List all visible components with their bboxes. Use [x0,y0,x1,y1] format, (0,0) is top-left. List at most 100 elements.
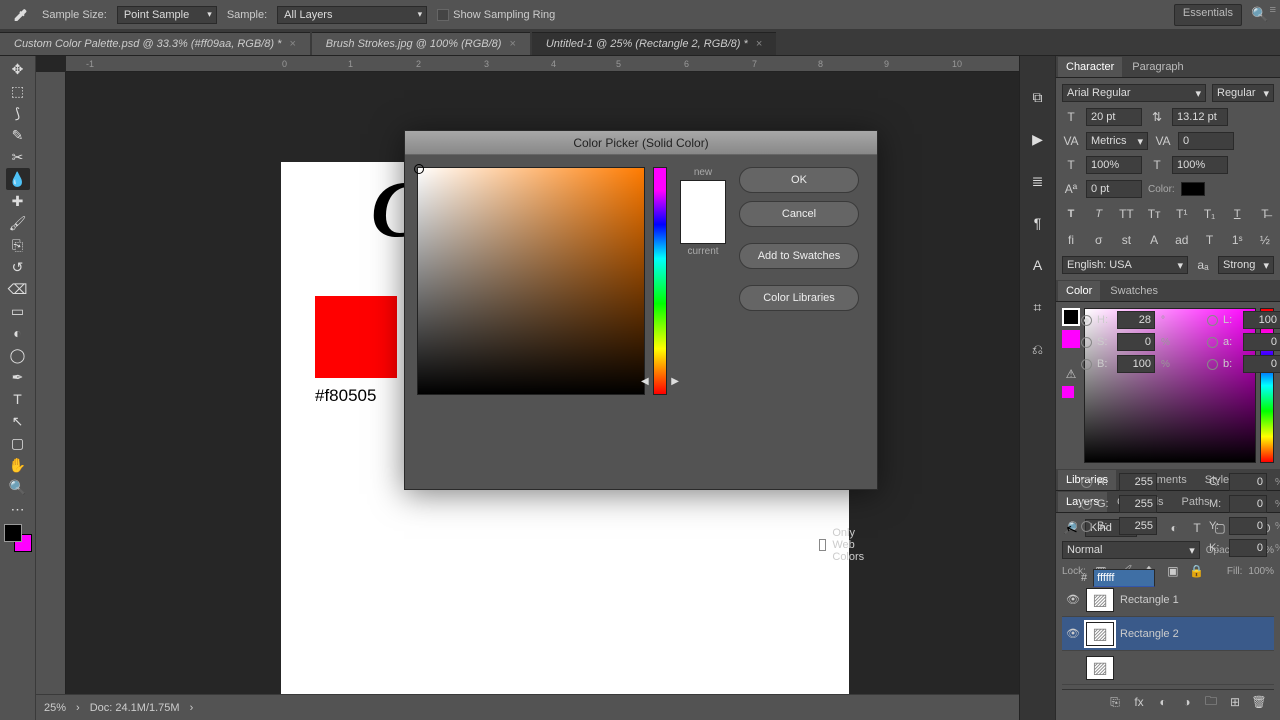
input-y[interactable] [1229,517,1267,535]
adjustment-layer-icon[interactable]: ◑ [1178,694,1196,710]
marquee-tool-icon[interactable]: ⬚ [6,80,30,102]
fractions-icon[interactable]: ½ [1256,232,1274,248]
tab-paragraph[interactable]: Paragraph [1124,57,1191,77]
checkbox-icon[interactable] [819,539,826,551]
fg-swatch[interactable] [1062,308,1080,326]
titling-icon[interactable]: T [1201,232,1219,248]
stamp-tool-icon[interactable]: ⎘ [6,234,30,256]
workspace-switcher[interactable]: Essentials [1174,4,1242,26]
underline-icon[interactable]: T [1228,206,1246,222]
lock-artboard-icon[interactable]: ▣ [1164,563,1182,579]
move-tool-icon[interactable]: ✥ [6,58,30,80]
language-dropdown[interactable]: English: USA [1062,256,1188,274]
blur-tool-icon[interactable]: ◐ [6,322,30,344]
checkbox-icon[interactable] [437,9,449,21]
dodge-tool-icon[interactable]: ◯ [6,344,30,366]
visibility-icon[interactable]: 👁 [1066,593,1080,606]
smallcaps-icon[interactable]: Tᴛ [1145,206,1163,222]
swash-icon[interactable]: st [1117,232,1135,248]
document-tab[interactable]: Brush Strokes.jpg @ 100% (RGB/8)× [312,32,530,55]
type-tool-icon[interactable]: T [6,388,30,410]
layer-thumbnail[interactable]: ▨ [1086,588,1114,612]
layer-row[interactable]: 👁 ▨ Rectangle 2 [1062,617,1274,651]
input-s[interactable] [1117,333,1155,351]
zoom-level[interactable]: 25% [44,702,66,714]
gradient-tool-icon[interactable]: ▭ [6,300,30,322]
stylistic-icon[interactable]: ad [1173,232,1191,248]
eraser-tool-icon[interactable]: ⌫ [6,278,30,300]
visibility-icon[interactable]: 👁 [1066,627,1080,640]
add-to-swatches-button[interactable]: Add to Swatches [739,243,859,269]
hex-input[interactable] [1093,569,1155,587]
web-colors-checkbox[interactable]: Only Web Colors [819,527,877,563]
subscript-icon[interactable]: T₁ [1201,206,1219,222]
sample-size-dropdown[interactable]: Point Sample [117,6,217,24]
clone-panel-icon[interactable]: ⎌ [1026,338,1050,360]
input-m[interactable] [1229,495,1267,513]
radio-g[interactable] [1081,499,1092,510]
quickselect-tool-icon[interactable]: ✎ [6,124,30,146]
input-h[interactable] [1117,311,1155,329]
layer-thumbnail[interactable]: ▨ [1086,622,1114,646]
paragraph-panel-icon[interactable]: ¶ [1026,212,1050,234]
input-c[interactable] [1229,473,1267,491]
saturation-brightness-field[interactable] [417,167,645,395]
layer-fx-icon[interactable]: fx [1130,694,1148,710]
ok-button[interactable]: OK [739,167,859,193]
radio-blab[interactable] [1207,359,1218,370]
radio-bch[interactable] [1081,521,1092,532]
pen-tool-icon[interactable]: ✒ [6,366,30,388]
lasso-tool-icon[interactable]: ⟆ [6,102,30,124]
vscale-input[interactable]: 100% [1086,156,1142,174]
brushes-panel-icon[interactable]: ⌗ [1026,296,1050,318]
properties-panel-icon[interactable]: ≣ [1026,170,1050,192]
dialog-title[interactable]: Color Picker (Solid Color) [405,131,877,155]
zoom-tool-icon[interactable]: 🔍 [6,476,30,498]
input-g[interactable] [1119,495,1157,513]
ligatures-icon[interactable]: fi [1062,232,1080,248]
chevron-right-icon[interactable]: › [76,702,80,714]
fill-value[interactable]: 100% [1248,566,1274,577]
bg-swatch[interactable] [1062,330,1080,348]
italic-icon[interactable]: T [1090,206,1108,222]
kerning-dropdown[interactable]: Metrics [1086,132,1148,150]
close-icon[interactable]: × [289,38,295,50]
text-color-swatch[interactable] [1181,182,1205,196]
delete-layer-icon[interactable]: 🗑 [1250,694,1268,710]
actions-panel-icon[interactable]: ▶ [1026,128,1050,150]
radio-l[interactable] [1207,315,1218,326]
tab-color[interactable]: Color [1058,281,1100,301]
close-icon[interactable]: × [509,38,515,50]
group-icon[interactable]: 🗀 [1202,694,1220,710]
link-layers-icon[interactable]: ⎘ [1106,694,1124,710]
layer-row[interactable]: ▨ [1062,651,1274,685]
new-layer-icon[interactable]: ⊞ [1226,694,1244,710]
panel-menu-icon[interactable]: ≡ [1270,4,1276,16]
font-style-dropdown[interactable]: Regular [1212,84,1274,102]
contextual-icon[interactable]: σ [1090,232,1108,248]
layer-name[interactable]: Rectangle 1 [1120,594,1179,606]
hue-slider[interactable] [653,167,667,395]
input-bri[interactable] [1117,355,1155,373]
chevron-right-icon[interactable]: › [190,702,194,714]
foreground-background-swatch[interactable] [4,524,32,552]
document-tab[interactable]: Custom Color Palette.psd @ 33.3% (#ff09a… [0,32,310,55]
history-panel-icon[interactable]: ⧉ [1026,86,1050,108]
close-icon[interactable]: × [756,38,762,50]
tab-swatches[interactable]: Swatches [1102,281,1166,301]
input-a[interactable] [1243,333,1280,351]
layer-name[interactable]: Rectangle 2 [1120,628,1179,640]
warning-icon[interactable]: ⚠ [1062,366,1080,382]
foreground-color-swatch[interactable] [4,524,22,542]
radio-a[interactable] [1207,337,1218,348]
strikethrough-icon[interactable]: T̶ [1256,206,1274,222]
show-sampling-ring-checkbox[interactable]: Show Sampling Ring [437,9,555,21]
path-select-icon[interactable]: ↖ [6,410,30,432]
hscale-input[interactable]: 100% [1172,156,1228,174]
history-brush-icon[interactable]: ↺ [6,256,30,278]
color-preview[interactable] [680,180,726,244]
input-l[interactable] [1243,311,1280,329]
lock-all-icon[interactable]: 🔒 [1188,563,1206,579]
layer-mask-icon[interactable]: ◐ [1154,694,1172,710]
brush-tool-icon[interactable]: 🖌 [6,212,30,234]
